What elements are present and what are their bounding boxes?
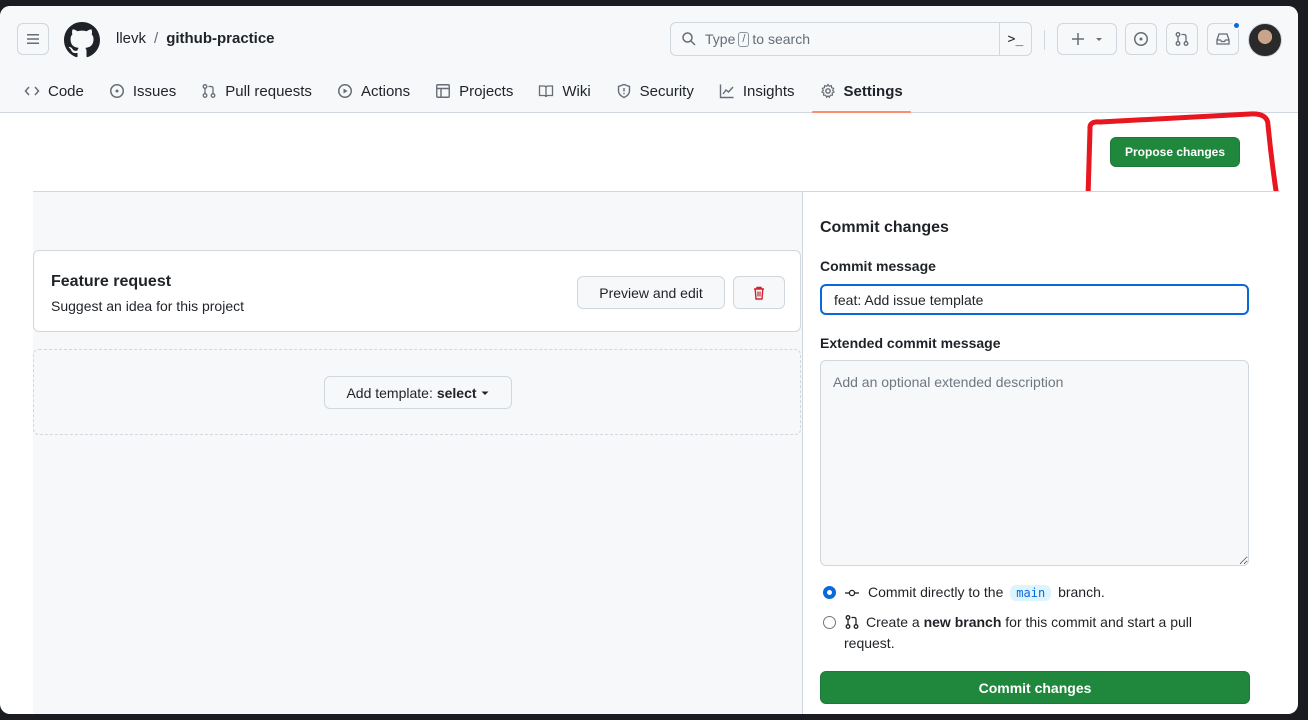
templates-panel: Feature request Suggest an idea for this…: [33, 191, 802, 714]
table-icon: [436, 84, 451, 98]
tab-label: Pull requests: [225, 82, 312, 100]
header-divider: [1044, 30, 1045, 50]
add-template-select[interactable]: Add template: select: [324, 376, 512, 409]
repo-header: llevk / github-practice Type / to search…: [0, 6, 1298, 113]
tab-pull-requests[interactable]: Pull requests: [193, 70, 320, 112]
issue-icon: [109, 84, 124, 98]
preview-and-edit-button[interactable]: Preview and edit: [577, 276, 725, 309]
code-icon: [24, 86, 40, 96]
browser-window: llevk / github-practice Type / to search…: [0, 6, 1298, 714]
owner-link[interactable]: llevk: [116, 30, 146, 47]
repo-nav-tabs: Code Issues Pull requests Actions Projec…: [16, 70, 920, 113]
search-icon: [682, 32, 696, 46]
book-icon: [539, 85, 554, 98]
commit-panel-title: Commit changes: [820, 219, 949, 236]
git-commit-icon: [845, 589, 859, 597]
tab-security[interactable]: Security: [608, 70, 702, 112]
notification-dot: [1232, 21, 1241, 30]
plus-icon: [1072, 33, 1084, 45]
commit-changes-button[interactable]: Commit changes: [820, 671, 1250, 704]
commit-direct-suffix: branch.: [1058, 584, 1105, 600]
tab-label: Wiki: [562, 82, 591, 100]
breadcrumb: llevk / github-practice: [116, 30, 275, 47]
tab-label: Settings: [843, 82, 903, 100]
tab-label: Insights: [742, 82, 795, 100]
commit-direct-prefix: Commit directly to the: [868, 584, 1004, 600]
propose-changes-button[interactable]: Propose changes: [1110, 137, 1240, 167]
repo-link[interactable]: github-practice: [166, 30, 274, 47]
extended-message-textarea[interactable]: [820, 360, 1249, 566]
trash-icon: [754, 286, 764, 300]
inbox-button[interactable]: [1207, 21, 1241, 55]
tab-code[interactable]: Code: [16, 70, 92, 112]
pull-request-icon: [202, 84, 216, 98]
tab-insights[interactable]: Insights: [711, 70, 803, 112]
caret-down-icon: [1096, 38, 1102, 41]
hamburger-icon: [27, 34, 39, 44]
tab-label: Issues: [132, 82, 177, 100]
avatar[interactable]: [1248, 23, 1282, 57]
issue-icon: [1134, 32, 1148, 46]
template-card: Feature request Suggest an idea for this…: [33, 250, 801, 332]
pull-requests-button[interactable]: [1166, 23, 1198, 55]
play-icon: [337, 84, 352, 98]
branch-name: main: [1010, 585, 1052, 601]
pull-request-icon: [845, 615, 859, 629]
add-template-zone: Add template: select: [33, 349, 801, 435]
template-name: Feature request: [51, 273, 172, 290]
commit-direct-radio[interactable]: [823, 586, 836, 599]
tab-settings[interactable]: Settings: [811, 70, 911, 113]
breadcrumb-separator: /: [154, 30, 159, 47]
tab-wiki[interactable]: Wiki: [530, 70, 598, 112]
new-branch-bold: new branch: [923, 614, 1002, 630]
new-branch-radio[interactable]: [823, 616, 836, 629]
add-template-select-label: select: [436, 384, 477, 401]
new-branch-text: Create a new branch for this commit and …: [844, 612, 1192, 654]
search-prefix: Type: [705, 31, 736, 47]
gear-icon: [820, 83, 835, 99]
extended-message-label: Extended commit message: [820, 335, 1001, 351]
new-branch-suffix: for this commit and start a pull: [1005, 614, 1193, 630]
github-logo-icon[interactable]: [64, 22, 100, 58]
commit-message-label: Commit message: [820, 258, 936, 274]
new-branch-line2: request.: [844, 635, 895, 651]
commit-direct-text: Commit directly to the main branch.: [868, 584, 1105, 601]
shield-icon: [617, 83, 630, 99]
add-template-prefix: Add template:: [346, 384, 433, 401]
graph-icon: [719, 84, 734, 99]
commit-direct-option[interactable]: Commit directly to the main branch.: [823, 584, 1105, 601]
menu-button[interactable]: [17, 23, 49, 55]
tab-label: Projects: [459, 82, 514, 100]
pull-request-icon: [1175, 32, 1189, 46]
new-branch-prefix: Create a: [866, 614, 920, 630]
create-new-button[interactable]: [1057, 23, 1117, 55]
new-branch-option[interactable]: Create a new branch for this commit and …: [823, 614, 1233, 654]
inbox-icon: [1216, 33, 1230, 45]
tab-label: Code: [48, 82, 84, 100]
caret-down-icon: [481, 391, 489, 395]
delete-template-button[interactable]: [733, 276, 785, 309]
command-palette-icon[interactable]: >_: [999, 23, 1031, 55]
tab-issues[interactable]: Issues: [101, 70, 184, 112]
commit-message-input[interactable]: [820, 284, 1249, 315]
tab-actions[interactable]: Actions: [329, 70, 418, 112]
tab-label: Actions: [360, 82, 411, 100]
issues-button[interactable]: [1125, 23, 1157, 55]
tab-projects[interactable]: Projects: [427, 70, 521, 112]
tab-label: Security: [639, 82, 694, 100]
search-shortcut-key: /: [738, 31, 750, 47]
search-input[interactable]: Type / to search >_: [670, 22, 1032, 56]
search-suffix: to search: [752, 31, 811, 47]
template-description: Suggest an idea for this project: [51, 298, 245, 314]
commit-panel: Commit changes Commit message Extended c…: [802, 191, 1280, 714]
